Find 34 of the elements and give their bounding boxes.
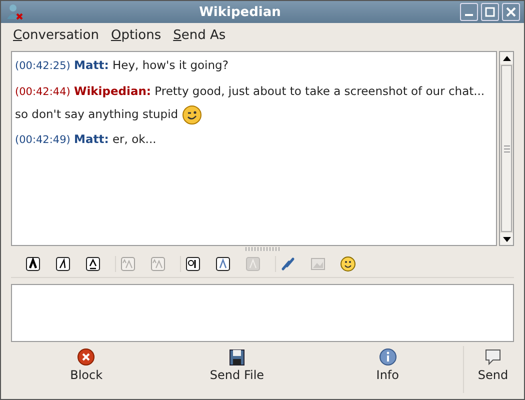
send-button[interactable]: Send (468, 346, 518, 393)
block-icon (77, 348, 96, 366)
message-input[interactable] (11, 284, 514, 342)
bold-icon[interactable] (25, 256, 41, 272)
scrollbar[interactable] (499, 51, 514, 246)
minimize-button[interactable] (460, 3, 478, 21)
pane-splitter-handle[interactable] (244, 246, 280, 250)
menu-item[interactable]: Send As (173, 28, 226, 42)
grip-icon (504, 144, 510, 152)
info-icon (378, 348, 397, 366)
file-button[interactable]: Send File (192, 346, 282, 393)
chat-message: (00:42:25) Matt: Hey, how's it going? (15, 58, 228, 72)
underline-icon[interactable] (85, 256, 101, 272)
maximize-icon (485, 7, 495, 17)
link-icon[interactable] (280, 256, 296, 272)
speech-bubble-icon (484, 348, 502, 366)
italic-icon[interactable] (55, 256, 71, 272)
close-icon (506, 7, 516, 17)
buddy-icon (5, 3, 23, 21)
info-button[interactable]: Info (342, 346, 433, 393)
menu-item[interactable]: Conversation (13, 28, 99, 42)
close-button[interactable] (502, 3, 520, 21)
fgcolor-icon[interactable] (215, 256, 231, 272)
font-icon[interactable] (185, 256, 201, 272)
chat-message: (00:42:49) Matt: er, ok... (15, 132, 156, 146)
block-button[interactable]: Block (41, 346, 132, 393)
window-title: Wikipedian (198, 4, 282, 20)
smiley-icon[interactable] (340, 256, 356, 272)
menu-item[interactable]: Options (110, 28, 162, 42)
scroll-up-arrow-icon[interactable] (502, 56, 510, 60)
floppy-icon (228, 348, 246, 366)
minimize-icon (465, 14, 473, 16)
scroll-down-arrow-icon[interactable] (502, 236, 510, 242)
maximize-button[interactable] (481, 3, 499, 21)
